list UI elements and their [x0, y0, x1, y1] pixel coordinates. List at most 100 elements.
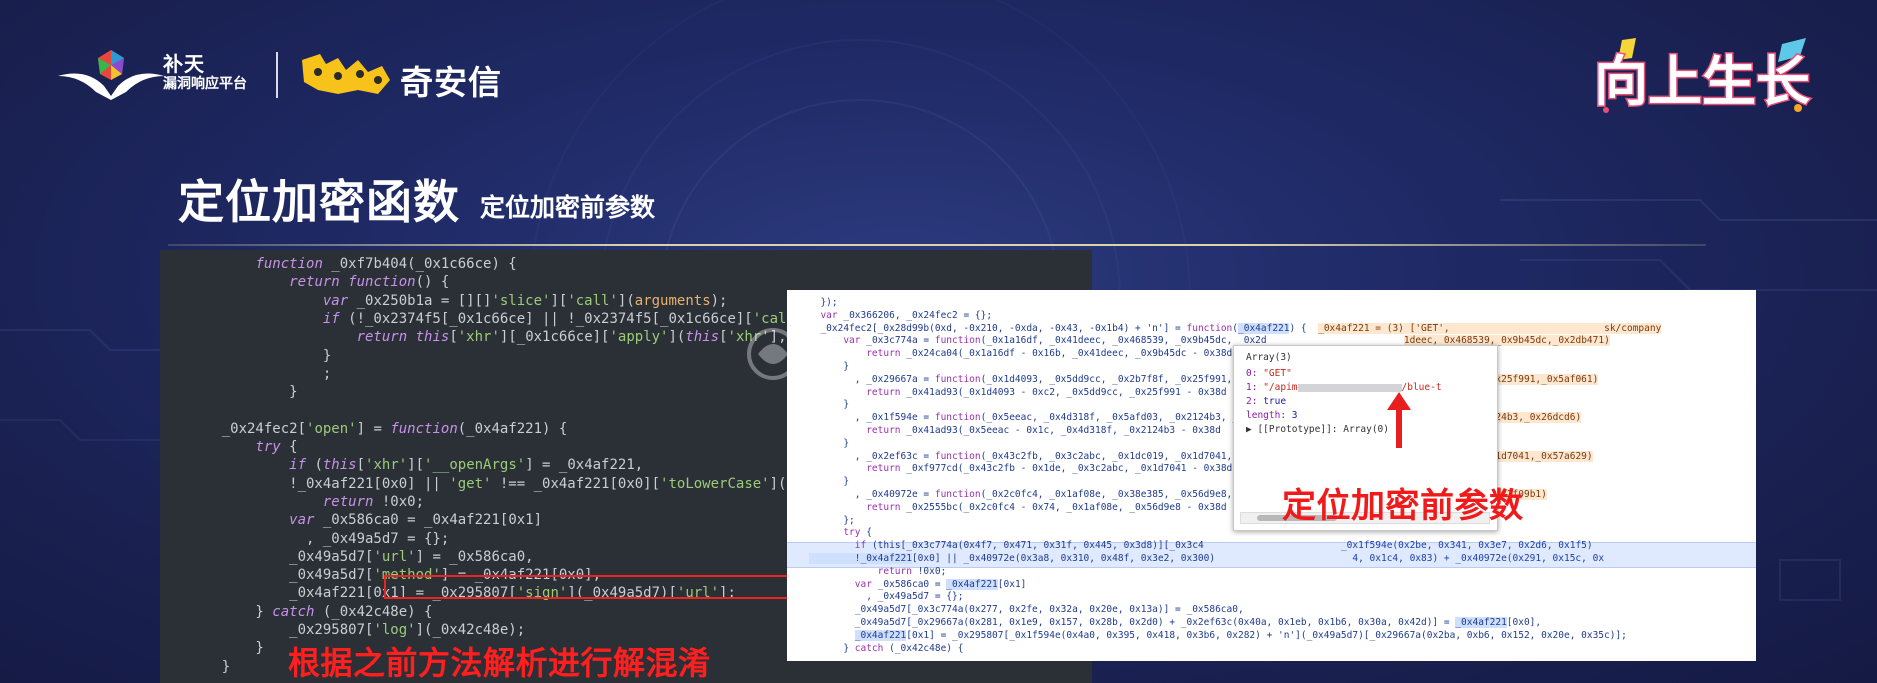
- devtools-token: [0x1]: [997, 578, 1027, 590]
- devtools-token: [809, 630, 855, 641]
- butian-subtitle: 漏洞响应平台: [163, 76, 247, 92]
- code-token: 'open': [306, 420, 357, 437]
- devtools-line: if (this[_0x3c774a(0x4f7, 0x471, 0x31f, …: [809, 540, 1593, 553]
- devtools-token: [809, 527, 843, 538]
- code-line: }: [188, 348, 331, 366]
- tooltip-length-value: 3: [1291, 410, 1298, 421]
- qax-name: 奇安信: [400, 63, 502, 102]
- code-token: }: [188, 384, 298, 401]
- devtools-token: (_0x43c2fb, _0x3c2abc, _0x1dc019, _0x1d7…: [980, 450, 1256, 462]
- slogan-logo: 向上生长: [1593, 38, 1812, 115]
- devtools-token: _0x24ca04(_0x1a16df - 0x16b, _0x41deec, …: [900, 348, 1233, 360]
- code-token: [: [449, 329, 458, 346]
- devtools-token: (_0x2c0fc4, _0x1af08e, _0x38e385, _0x56d…: [980, 489, 1256, 500]
- devtools-token: _0x49a5d7[_0x29667a(0x281, 0x1e9, 0x157,…: [809, 617, 1456, 628]
- code-token: );: [710, 292, 728, 309]
- devtools-line: try {: [809, 527, 872, 540]
- devtools-token: catch: [854, 642, 884, 654]
- code-token: this: [685, 329, 720, 346]
- devtools-token: try: [843, 527, 861, 539]
- devtools-line: var _0x366206, _0x24fec2 = {};: [809, 310, 992, 323]
- devtools-token: _0x1f594e(0x2be, 0x341, 0x3e7, 0x2d6, 0x…: [1340, 540, 1593, 552]
- devtools-token: [0x0],: [1506, 617, 1542, 628]
- butian-name: 补天: [163, 52, 205, 76]
- devtools-token: _0x49a5d7[_0x3c774a(0x277, 0x2fe, 0x32a,…: [809, 604, 1244, 616]
- code-token: ](_0x42c48e);: [415, 622, 526, 638]
- code-token: ] =: [356, 420, 391, 437]
- header-divider: [276, 52, 278, 98]
- devtools-token: [809, 463, 866, 474]
- devtools-line: } catch (_0x42c48e) {: [809, 643, 963, 656]
- tooltip-item-2-value: true: [1263, 396, 1287, 407]
- tooltip-item-1-key: 1:: [1246, 382, 1258, 393]
- devtools-token: (_0x1d4093, _0x5dd9cc, _0x2b7f8f, _0x25f…: [980, 373, 1261, 385]
- code-line: function _0xf7b404(_0x1c66ce) {: [188, 256, 517, 274]
- devtools-line: return _0x2555bc(_0x2c0fc4 - 0x74, _0x1a…: [809, 502, 1226, 515]
- code-token: 'xhr': [365, 457, 408, 474]
- tooltip-header: Array(3): [1246, 352, 1292, 363]
- devtools-token: _0x41ad93(_0x1d4093 - 0xc2, _0x5dd9cc, _…: [900, 386, 1227, 398]
- devtools-token: _0x586ca0 =: [871, 578, 947, 590]
- code-token: function: [255, 256, 323, 272]
- devtools-token: return: [866, 463, 901, 475]
- devtools-token: (_0x5eeac, _0x4d318f, _0x5afd03, _0x2124…: [980, 412, 1256, 424]
- devtools-token: function: [1186, 322, 1233, 334]
- code-token: 'get': [449, 475, 492, 492]
- code-token: 'url': [373, 548, 416, 565]
- code-token: ](: [668, 329, 686, 346]
- devtools-token: !_0x4af221: [809, 553, 912, 564]
- devtools-token: [809, 387, 866, 398]
- code-token: () {: [415, 274, 450, 291]
- tooltip-item-2: 2: true: [1246, 396, 1286, 407]
- devtools-line: return _0x41ad93(_0x5eeac - 0x1c, _0x4d3…: [809, 425, 1221, 438]
- devtools-token: [0x1] = _0x295807[_0x1f594e(0x4a0, 0x395…: [906, 629, 1627, 641]
- devtools-token: [809, 310, 820, 321]
- code-token: try: [255, 439, 281, 455]
- code-token: (!_0x2374f5[_0x1c66ce] || !_0x2374f5[_0x…: [339, 310, 753, 327]
- code-token: !_0x4af221[0x0] ||: [188, 475, 450, 492]
- code-token: ;: [188, 365, 332, 382]
- devtools-token: [809, 348, 866, 359]
- devtools-token: [0x0] || _0x40972e(0x3a8, 0x310, 0x48f, …: [911, 553, 1216, 564]
- devtools-token: function: [934, 412, 981, 424]
- redacted-url: [1297, 383, 1402, 392]
- devtools-token: return: [866, 386, 901, 398]
- code-token: _0x24fec2[: [188, 420, 307, 437]
- code-token: _0xf7b404(_0x1c66ce) {: [322, 256, 517, 272]
- butian-logo-icon: [58, 50, 164, 100]
- devtools-token: _0x24fec2[_0x28d99b(0xd, -0x210, -0xda, …: [809, 322, 1187, 334]
- devtools-line: _0x49a5d7[_0x29667a(0x281, 0x1e9, 0x157,…: [809, 617, 1541, 630]
- devtools-token: return: [877, 565, 912, 577]
- devtools-token: [809, 425, 866, 436]
- devtools-line: var _0x586ca0 = _0x4af221[0x1]: [809, 578, 1027, 592]
- code-token: !0x0;: [373, 493, 425, 510]
- code-token: , _0x49a5d7 = {};: [188, 530, 450, 547]
- tooltip-prototype[interactable]: ▶ [[Prototype]]: Array(0): [1246, 424, 1389, 435]
- devtools-token: _0x4af221: [1455, 617, 1507, 628]
- code-line: }: [188, 384, 298, 402]
- devtools-token: [809, 335, 843, 346]
- code-token: 'slice': [491, 292, 551, 309]
- slogan-text: 向上生长: [1594, 50, 1810, 113]
- code-token: ] = _0x4af221,: [525, 457, 644, 474]
- code-token: 'log': [373, 622, 416, 638]
- code-token: var: [289, 512, 315, 529]
- devtools-token: var: [843, 335, 861, 347]
- devtools-token: }: [809, 437, 850, 449]
- devtools-token: , _0x29667a =: [809, 373, 935, 385]
- devtools-token: ) {: [1289, 322, 1319, 334]
- devtools-token: }: [809, 361, 850, 372]
- devtools-token: }: [809, 399, 850, 411]
- devtools-token: return: [866, 348, 901, 360]
- code-token: !== _0x4af221[0x0][: [491, 475, 661, 492]
- code-token: function: [348, 274, 416, 291]
- code-token: return: [356, 329, 408, 346]
- devtools-line: };: [809, 515, 854, 528]
- devtools-token: return: [866, 425, 901, 436]
- tooltip-item-0-value: "GET": [1263, 368, 1292, 379]
- devtools-line: _0x49a5d7[_0x3c774a(0x277, 0x2fe, 0x32a,…: [809, 604, 1244, 617]
